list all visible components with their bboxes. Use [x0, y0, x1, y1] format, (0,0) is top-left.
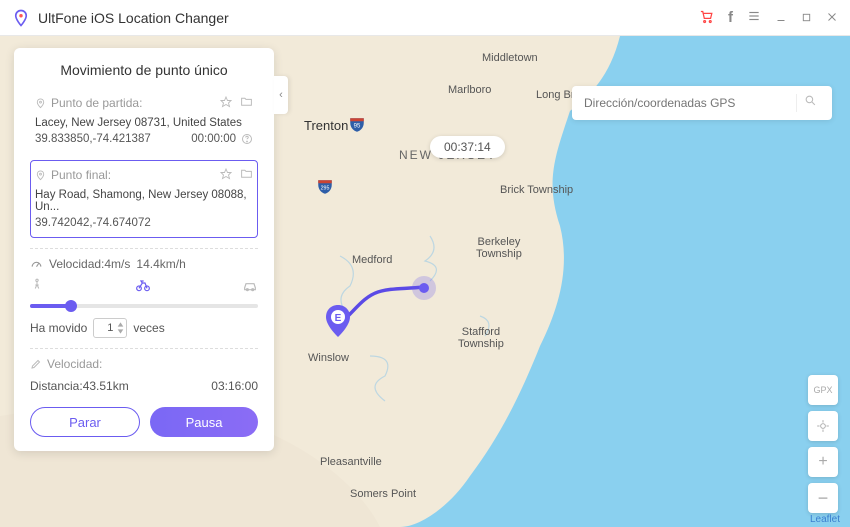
- start-label: Punto de partida:: [51, 96, 142, 110]
- highway-shield-icon: 295: [316, 178, 334, 196]
- map-label: Brick Township: [500, 184, 573, 196]
- folder-icon[interactable]: [240, 95, 253, 111]
- velocity-row: Velocidad:: [30, 357, 258, 371]
- app-title: UltFone iOS Location Changer: [38, 10, 229, 26]
- pin-icon: [35, 98, 46, 109]
- map-label: Pleasantville: [320, 456, 382, 468]
- transport-mode-row: [30, 277, 258, 296]
- stepper-arrows-icon: [117, 321, 124, 335]
- map-label: Marlboro: [448, 84, 491, 96]
- map-label: Somers Point: [350, 488, 416, 500]
- distance-value: Distancia:43.51km: [30, 379, 129, 393]
- slider-thumb[interactable]: [65, 300, 77, 312]
- map-attribution[interactable]: Leaflet: [810, 514, 840, 525]
- folder-icon[interactable]: [240, 167, 253, 183]
- title-bar: UltFone iOS Location Changer f: [0, 0, 850, 36]
- search-icon[interactable]: [796, 94, 824, 112]
- bike-mode-icon[interactable]: [135, 277, 151, 296]
- stop-button[interactable]: Parar: [30, 407, 140, 437]
- end-label: Punto final:: [51, 168, 111, 182]
- movement-panel: ‹ Movimiento de punto único Punto de par…: [14, 48, 274, 451]
- end-point-block[interactable]: Punto final: Hay Road, Shamong, New Jers…: [30, 160, 258, 238]
- menu-icon[interactable]: [747, 9, 761, 26]
- highway-shield-icon: 95: [348, 116, 366, 134]
- elapsed-time-badge: 00:37:14: [430, 136, 505, 158]
- svg-text:95: 95: [354, 123, 361, 129]
- title-left: UltFone iOS Location Changer: [12, 9, 229, 27]
- map-label: Berkeley Township: [476, 236, 522, 260]
- start-point-block: Punto de partida: Lacey, New Jersey 0873…: [30, 88, 258, 154]
- speed-label: Velocidad:4m/s: [49, 257, 130, 271]
- pin-icon: [35, 170, 46, 181]
- app-logo-icon: [12, 9, 30, 27]
- gpx-button[interactable]: GPX: [808, 375, 838, 405]
- help-icon[interactable]: [241, 133, 253, 145]
- walk-mode-icon[interactable]: [30, 278, 44, 295]
- map-label: Middletown: [482, 52, 538, 64]
- speed-slider[interactable]: [30, 304, 258, 308]
- distance-time: 03:16:00: [211, 379, 258, 393]
- map-label: Winslow: [308, 352, 349, 364]
- moved-count-row: Ha movido 1 veces: [30, 318, 258, 338]
- start-coords: 39.833850,-74.421387: [35, 133, 151, 145]
- panel-title: Movimiento de punto único: [30, 62, 258, 78]
- gauge-icon: [30, 258, 43, 271]
- close-button[interactable]: [826, 10, 838, 26]
- recenter-button[interactable]: [808, 411, 838, 441]
- distance-row: Distancia:43.51km 03:16:00: [30, 379, 258, 393]
- map-label: Medford: [352, 254, 392, 266]
- favorite-icon[interactable]: [220, 168, 232, 183]
- facebook-icon[interactable]: f: [728, 9, 733, 26]
- speed-row: Velocidad:4m/s 14.4km/h: [30, 257, 258, 271]
- zoom-in-button[interactable]: +: [808, 447, 838, 477]
- zoom-out-button[interactable]: −: [808, 483, 838, 513]
- minimize-button[interactable]: [775, 10, 787, 26]
- map-label: Stafford Township: [458, 326, 504, 350]
- favorite-icon[interactable]: [220, 96, 232, 111]
- svg-text:295: 295: [321, 185, 330, 191]
- speed-alt: 14.4km/h: [136, 257, 185, 271]
- moved-post: veces: [133, 321, 164, 335]
- search-input[interactable]: [584, 96, 796, 110]
- pencil-icon: [30, 358, 42, 370]
- car-mode-icon[interactable]: [242, 277, 258, 296]
- start-address: Lacey, New Jersey 08731, United States: [35, 117, 253, 129]
- end-coords: 39.742042,-74.674072: [35, 217, 151, 229]
- current-location-marker[interactable]: [412, 276, 436, 300]
- moved-count-stepper[interactable]: 1: [93, 318, 127, 338]
- destination-pin[interactable]: E: [324, 304, 352, 332]
- search-box: [572, 86, 832, 120]
- cart-icon[interactable]: [699, 9, 714, 27]
- collapse-panel-button[interactable]: ‹: [274, 76, 288, 114]
- map-controls: GPX + −: [808, 375, 838, 513]
- pause-button[interactable]: Pausa: [150, 407, 258, 437]
- map-label: Trenton: [304, 118, 348, 133]
- end-address: Hay Road, Shamong, New Jersey 08088, Un.…: [35, 189, 253, 213]
- window-controls: f: [699, 9, 838, 27]
- moved-pre: Ha movido: [30, 321, 87, 335]
- maximize-button[interactable]: [801, 10, 812, 26]
- start-time: 00:00:00: [191, 133, 236, 145]
- svg-text:E: E: [335, 313, 342, 324]
